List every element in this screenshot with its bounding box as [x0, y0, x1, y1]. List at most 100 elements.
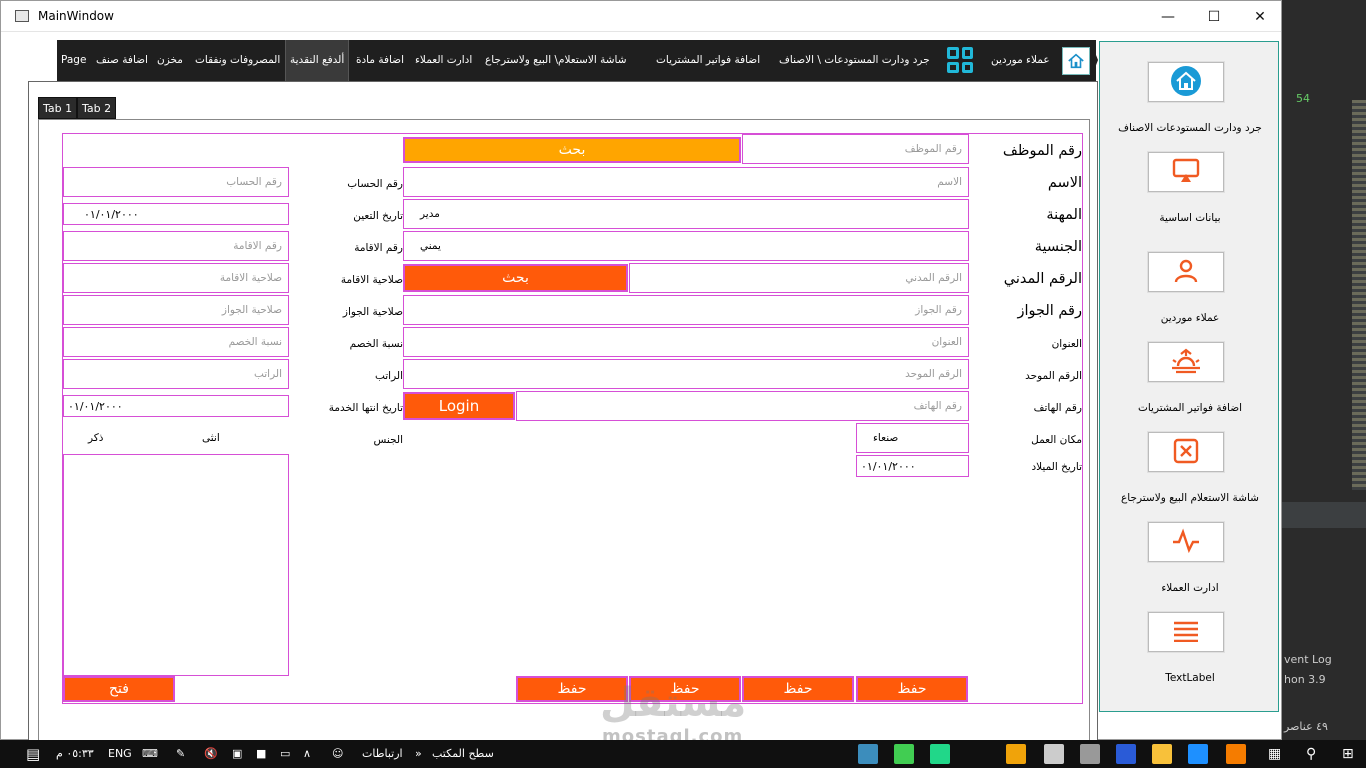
- residence-no-label: رقم الاقامة: [354, 242, 403, 254]
- taskbar-links[interactable]: ارتباطات: [362, 740, 403, 768]
- passport-validity-input[interactable]: صلاحية الجواز: [63, 295, 289, 325]
- phone-label: رقم الهاتف: [1033, 402, 1082, 414]
- sidebar-inventory-button[interactable]: [1148, 62, 1224, 102]
- sidebar-basic-data-button[interactable]: [1148, 152, 1224, 192]
- sidebar-query-button[interactable]: [1148, 432, 1224, 472]
- ide-python-version[interactable]: hon 3.9: [1284, 673, 1326, 686]
- job-label: المهنة: [1046, 207, 1082, 223]
- taskbar-app-pycharm[interactable]: [930, 744, 950, 764]
- hire-date-input[interactable]: ٠١/٠١/٢٠٠٠: [63, 203, 289, 225]
- address-input[interactable]: العنوان: [403, 327, 969, 357]
- windows-start-icon[interactable]: ⊞: [1342, 740, 1354, 768]
- close-button[interactable]: ✕: [1237, 1, 1283, 32]
- taskbar-app-sublime[interactable]: [1006, 744, 1026, 764]
- nav-store[interactable]: مخزن: [157, 40, 183, 81]
- volume-icon[interactable]: 🔇: [204, 740, 218, 768]
- sidebar-menu-button[interactable]: [1148, 612, 1224, 652]
- nationality-label: الجنسية: [1034, 239, 1082, 255]
- ide-event-log[interactable]: vent Log: [1284, 653, 1332, 666]
- nav-page[interactable]: Page: [61, 40, 86, 81]
- home-icon[interactable]: [1062, 47, 1090, 75]
- taskbar-app-explorer[interactable]: [1152, 744, 1172, 764]
- tab-1[interactable]: Tab 1: [38, 97, 78, 119]
- search-button-2[interactable]: بحث: [403, 264, 628, 292]
- tab-2[interactable]: Tab 2: [77, 97, 117, 119]
- birth-date-label: تاريخ الميلاد: [1031, 461, 1082, 473]
- minimize-button[interactable]: —: [1145, 1, 1191, 32]
- notification-icon[interactable]: ▤: [26, 740, 40, 768]
- nav-inventory[interactable]: جرد ودارت المستودعات \ الاصناف: [779, 40, 930, 81]
- taskbar-app-generic[interactable]: [1116, 744, 1136, 764]
- nav-expenses[interactable]: المصروفات ونفقات: [195, 40, 280, 81]
- passport-validity-label: صلاحية الجواز: [342, 306, 403, 318]
- clock[interactable]: ٠٥:٣٣ م: [56, 740, 94, 768]
- unified-no-label: الرقم الموحد: [1025, 370, 1082, 382]
- name-input[interactable]: الاسم: [403, 167, 969, 197]
- titlebar[interactable]: MainWindow — ☐ ✕: [1, 1, 1281, 32]
- nav-purchase-invoices[interactable]: اضافة فواتير المشتريات: [656, 40, 760, 81]
- app-icon: [15, 10, 29, 22]
- civil-no-input[interactable]: الرقم المدني: [629, 263, 969, 293]
- keyboard-icon[interactable]: ⌨: [142, 740, 158, 768]
- passport-input[interactable]: رقم الجواز: [403, 295, 969, 325]
- save-button-4[interactable]: حفظ: [856, 676, 968, 702]
- account-no-label: رقم الحساب: [347, 178, 403, 190]
- login-button[interactable]: Login: [403, 392, 515, 420]
- residence-no-input[interactable]: رقم الاقامة: [63, 231, 289, 261]
- nav-cash-payment[interactable]: ألدفع النقدية: [285, 40, 350, 81]
- language-indicator[interactable]: ENG: [108, 740, 132, 768]
- chevron-up-icon[interactable]: ∧: [303, 740, 311, 768]
- discount-label: نسبة الخصم: [349, 338, 403, 350]
- nav-query-sales[interactable]: شاشة الاستعلام\ البيع ولاسترجاع: [485, 40, 627, 81]
- search-icon[interactable]: ⚲: [1306, 740, 1316, 768]
- sidebar-query-label: شاشة الاستعلام البيع ولاسترجاع: [1121, 492, 1259, 504]
- workplace-input[interactable]: صنعاء: [856, 423, 969, 453]
- taskbar-app-vlc[interactable]: [1226, 744, 1246, 764]
- hire-date-label: تاريخ التعين: [353, 210, 403, 222]
- pen-icon[interactable]: ✎: [176, 740, 185, 768]
- sidebar-clients-button[interactable]: [1148, 252, 1224, 292]
- birth-date-input[interactable]: ٠١/٠١/٢٠٠٠: [856, 455, 969, 477]
- battery-icon[interactable]: ▭: [280, 740, 290, 768]
- nav-customers-admin[interactable]: ادارت العملاء: [415, 40, 472, 81]
- nav-clients-suppliers[interactable]: عملاء موردين: [991, 40, 1050, 81]
- service-end-input[interactable]: ٠١/٠١/٢٠٠٠: [63, 395, 289, 417]
- sunrise-icon: [1170, 348, 1202, 377]
- sidebar-purchases-button[interactable]: [1148, 342, 1224, 382]
- employee-no-label: رقم الموظف: [1002, 143, 1082, 159]
- people-icon[interactable]: ☺: [332, 740, 343, 768]
- open-button[interactable]: فتح: [63, 676, 175, 702]
- nationality-input[interactable]: يمني: [403, 231, 969, 261]
- grid-icon[interactable]: [947, 47, 973, 73]
- account-no-input[interactable]: رقم الحساب: [63, 167, 289, 197]
- maximize-button[interactable]: ☐: [1191, 1, 1237, 32]
- save-button-3[interactable]: حفظ: [742, 676, 854, 702]
- job-input[interactable]: مدير: [403, 199, 969, 229]
- male-radio[interactable]: ذكر: [88, 432, 103, 444]
- sidebar-customers-admin-button[interactable]: [1148, 522, 1224, 562]
- network-icon[interactable]: ▣: [232, 740, 242, 768]
- taskbar-app-qt[interactable]: [894, 744, 914, 764]
- security-icon[interactable]: ■: [256, 740, 266, 768]
- taskbar-app-mail[interactable]: [1044, 744, 1064, 764]
- taskbar-desktop[interactable]: سطح المكتب: [432, 740, 494, 768]
- taskbar-app-edge[interactable]: [1188, 744, 1208, 764]
- phone-input[interactable]: رقم الهاتف: [516, 391, 969, 421]
- service-end-label: تاريخ انتها الخدمة: [328, 402, 403, 414]
- search-button-1[interactable]: بحث: [403, 137, 741, 163]
- residence-validity-label: صلاحية الاقامة: [340, 274, 403, 286]
- taskbar: ▤ ٠٥:٣٣ م ENG ⌨ ✎ 🔇 ▣ ■ ▭ ∧ ☺ ارتباطات »…: [0, 740, 1366, 768]
- task-view-icon[interactable]: ▦: [1268, 740, 1281, 768]
- nav-add-material[interactable]: اضافة مادة: [356, 40, 404, 81]
- residence-validity-input[interactable]: صلاحية الاقامة: [63, 263, 289, 293]
- discount-input[interactable]: نسبة الخصم: [63, 327, 289, 357]
- employee-no-input[interactable]: رقم الموظف: [742, 134, 969, 164]
- female-radio[interactable]: انثى: [202, 432, 220, 444]
- salary-input[interactable]: الراتب: [63, 359, 289, 389]
- nav-add-item[interactable]: اضافة صنف: [96, 40, 148, 81]
- unified-no-input[interactable]: الرقم الموحد: [403, 359, 969, 389]
- chevron-icon[interactable]: »: [415, 740, 422, 768]
- taskbar-app-qt-designer[interactable]: [858, 744, 878, 764]
- notes-textarea[interactable]: [63, 454, 289, 676]
- taskbar-app-store[interactable]: [1080, 744, 1100, 764]
